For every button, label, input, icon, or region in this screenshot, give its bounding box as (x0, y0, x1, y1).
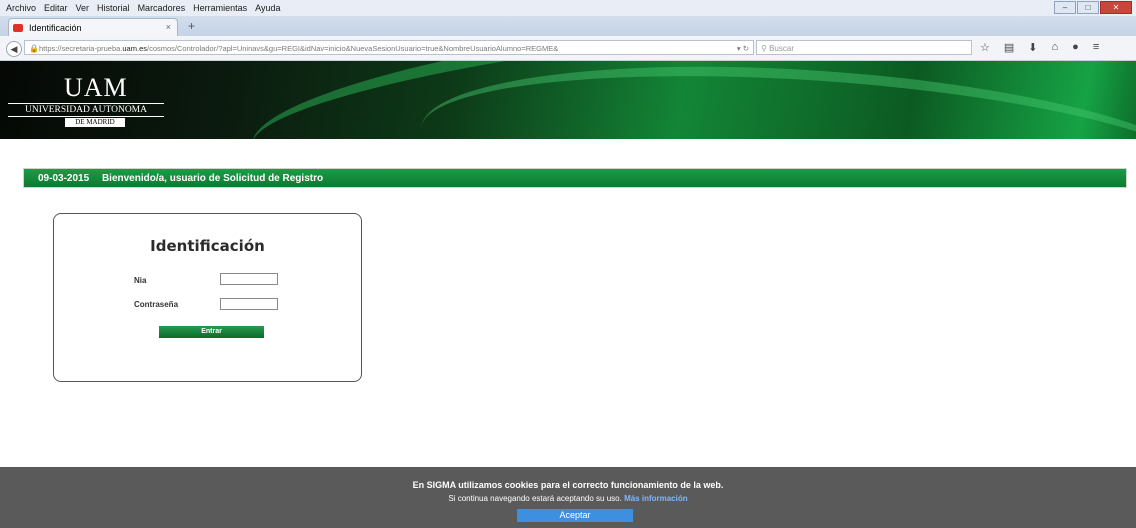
window-close-button[interactable]: ✕ (1100, 1, 1132, 14)
entrar-button[interactable]: Entrar (159, 326, 264, 338)
back-button[interactable]: ◀ (6, 41, 22, 57)
lock-icon: 🔒 (29, 44, 39, 53)
search-placeholder: Buscar (769, 44, 794, 53)
menu-marcadores[interactable]: Marcadores (138, 3, 186, 13)
logo-main-text: UAM (64, 73, 128, 102)
navigation-bar: ◀ 🔒 https://secretaria-prueba.uam.es/cos… (0, 36, 1136, 61)
menu-editar[interactable]: Editar (44, 3, 68, 13)
reading-list-icon[interactable]: ▤ (1004, 41, 1014, 54)
password-label: Contraseña (134, 300, 179, 309)
menu-herramientas[interactable]: Herramientas (193, 3, 247, 13)
menu-ver[interactable]: Ver (76, 3, 90, 13)
search-input[interactable]: ⚲ Buscar (756, 40, 972, 55)
reload-icon[interactable]: ▾ ↻ (737, 41, 749, 54)
chat-icon[interactable]: ● (1072, 41, 1079, 54)
browser-menubar: Archivo Editar Ver Historial Marcadores … (0, 0, 1136, 16)
url-path: /cosmos/Controlador/?apl=Uninavs&gu=REGI… (147, 44, 559, 53)
back-arrow-icon: ◀ (10, 44, 18, 54)
tab-title: Identificación (29, 22, 82, 33)
menu-icon[interactable]: ≡ (1093, 41, 1099, 54)
welcome-bar: 09-03-2015 Bienvenido/a, usuario de Soli… (23, 168, 1127, 188)
nia-label: Nia (134, 276, 147, 285)
tab-close-icon[interactable]: × (166, 22, 171, 32)
logo-university-text: UNIVERSIDAD AUTONOMA (8, 103, 164, 117)
welcome-date: 09-03-2015 (38, 173, 90, 184)
menu-ayuda[interactable]: Ayuda (255, 3, 280, 13)
uam-logo[interactable]: UAM UNIVERSIDAD AUTONOMA DE MADRID (8, 71, 168, 131)
home-icon[interactable]: ⌂ (1052, 41, 1059, 54)
menu-archivo[interactable]: Archivo (6, 3, 36, 13)
maximize-button[interactable]: □ (1077, 1, 1099, 14)
url-prefix: https://secretaria-prueba. (39, 44, 123, 53)
window-controls: – □ ✕ (1054, 1, 1132, 14)
logo-madrid-text: DE MADRID (65, 118, 125, 127)
site-header-banner: UAM UNIVERSIDAD AUTONOMA DE MADRID (0, 61, 1136, 139)
search-icon: ⚲ (761, 44, 770, 53)
tab-identificacion[interactable]: Identificación × (8, 18, 178, 36)
accept-cookies-button[interactable]: Aceptar (517, 509, 633, 522)
cookie-consent-message: Si continua navegando estará aceptando s… (448, 494, 622, 503)
new-tab-button[interactable]: + (188, 19, 195, 33)
nia-input[interactable] (220, 273, 278, 285)
minimize-button[interactable]: – (1054, 1, 1076, 14)
welcome-message: Bienvenido/a, usuario de Solicitud de Re… (101, 173, 324, 184)
url-domain: uam.es (122, 44, 147, 53)
cookie-consent-text: Si continua navegando estará aceptando s… (0, 494, 1136, 503)
tab-bar: Identificación × + (0, 16, 1136, 36)
cookie-banner: En SIGMA utilizamos cookies para el corr… (0, 467, 1136, 528)
download-icon[interactable]: ⬇ (1028, 41, 1037, 54)
toolbar-icons: ☆ ▤ ⬇ ⌂ ● ≡ (980, 41, 1099, 54)
login-panel: Identificación Nia Contraseña Entrar (53, 213, 362, 382)
password-input[interactable] (220, 298, 278, 310)
favicon-icon (13, 23, 23, 32)
cookie-message: En SIGMA utilizamos cookies para el corr… (412, 480, 724, 490)
login-title: Identificación (150, 237, 265, 255)
menu-historial[interactable]: Historial (97, 3, 130, 13)
more-info-link[interactable]: Más información (624, 494, 688, 503)
url-bar[interactable]: 🔒 https://secretaria-prueba.uam.es/cosmo… (24, 40, 754, 55)
bookmark-star-icon[interactable]: ☆ (980, 41, 990, 54)
